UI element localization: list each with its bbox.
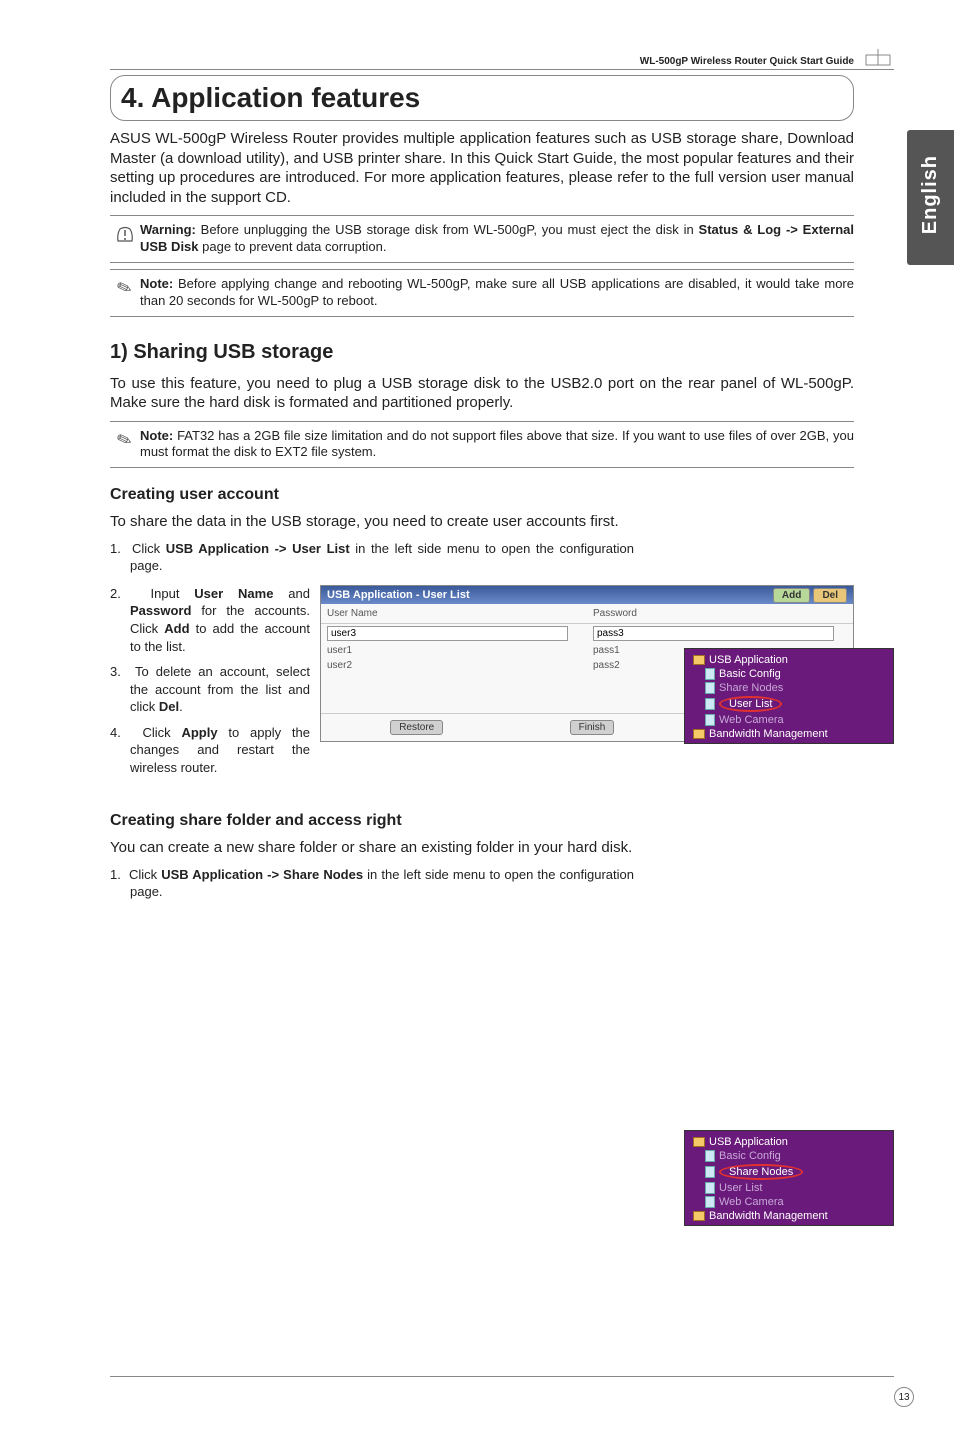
menu1-web-camera[interactable]: Web Camera (687, 713, 891, 727)
password-input[interactable] (593, 626, 834, 641)
menu2-root[interactable]: USB Application (687, 1135, 891, 1149)
pencil-icon: ✎ (110, 276, 140, 299)
del-button[interactable]: Del (813, 588, 847, 603)
folder-icon (693, 729, 705, 739)
restore-button[interactable]: Restore (390, 720, 443, 735)
menu1-user-list[interactable]: User List (687, 695, 891, 713)
folder-icon (693, 1211, 705, 1221)
note2-box: ✎ Note: FAT32 has a 2GB file size limita… (110, 421, 854, 469)
note1-label: Note: (140, 276, 173, 291)
menu1-bandwidth[interactable]: Bandwidth Management (687, 727, 891, 741)
note1-box: ✎ Note: Before applying change and reboo… (110, 269, 854, 317)
warning-icon (110, 222, 140, 249)
highlight-oval: User List (719, 696, 782, 712)
create-user-step3: 3. To delete an account, select the acco… (110, 663, 310, 716)
footer-rule (110, 1376, 894, 1377)
highlight-oval: Share Nodes (719, 1164, 803, 1180)
pencil-icon: ✎ (110, 428, 140, 451)
note2-text: Note: FAT32 has a 2GB file size limitati… (140, 428, 854, 462)
note2-label: Note: (140, 428, 173, 443)
app-title-text: USB Application - User List (327, 589, 470, 601)
folder-icon (693, 1137, 705, 1147)
menu2-user-list[interactable]: User List (687, 1181, 891, 1195)
folder-icon (693, 655, 705, 665)
menu2-basic-config[interactable]: Basic Config (687, 1149, 891, 1163)
sharing-intro: To use this feature, you need to plug a … (110, 374, 854, 413)
page-icon (705, 682, 715, 694)
warning-text: Warning: Before unplugging the USB stora… (140, 222, 854, 256)
col-password: Password (587, 604, 853, 624)
warning-box: Warning: Before unplugging the USB stora… (110, 215, 854, 263)
menu2-bandwidth[interactable]: Bandwidth Management (687, 1209, 891, 1223)
menu2-web-camera[interactable]: Web Camera (687, 1195, 891, 1209)
create-user-heading: Creating user account (110, 486, 894, 504)
create-user-step1: 1. Click USB Application -> User List in… (110, 540, 634, 575)
header-guide-title: WL-500gP Wireless Router Quick Start Gui… (640, 56, 854, 67)
page-icon (705, 698, 715, 710)
menu1-root[interactable]: USB Application (687, 653, 891, 667)
app-title-bar: USB Application - User List Add Del (321, 586, 853, 604)
create-user-step4: 4. Click Apply to apply the changes and … (110, 724, 310, 777)
sharing-heading: 1) Sharing USB storage (110, 341, 894, 364)
create-user-intro: To share the data in the USB storage, yo… (110, 512, 854, 532)
menu1-share-nodes[interactable]: Share Nodes (687, 681, 891, 695)
create-share-steps: 1. Click USB Application -> Share Nodes … (110, 866, 634, 901)
page-icon (705, 1182, 715, 1194)
page-icon (705, 668, 715, 680)
create-share-heading: Creating share folder and access right (110, 812, 894, 830)
page-icon (705, 1166, 715, 1178)
menu-screenshot-2: USB Application Basic Config Share Nodes… (684, 1130, 894, 1226)
page-icon (705, 714, 715, 726)
username-input[interactable] (327, 626, 568, 641)
page-icon (705, 1150, 715, 1162)
menu1-basic-config[interactable]: Basic Config (687, 667, 891, 681)
warning-label: Warning: (140, 222, 196, 237)
col-username: User Name (321, 604, 587, 624)
create-user-step2: 2. Input User Name and Password for the … (110, 585, 310, 655)
section-title-box: 4. Application features (110, 75, 854, 121)
note1-text: Note: Before applying change and rebooti… (140, 276, 854, 310)
header-rule: WL-500gP Wireless Router Quick Start Gui… (110, 50, 894, 70)
menu2-share-nodes[interactable]: Share Nodes (687, 1163, 891, 1181)
page-number: 13 (894, 1387, 914, 1407)
create-user-steps-2-4: 2. Input User Name and Password for the … (110, 585, 310, 776)
create-share-step1: 1. Click USB Application -> Share Nodes … (110, 866, 634, 901)
create-share-intro: You can create a new share folder or sha… (110, 838, 854, 858)
finish-button[interactable]: Finish (570, 720, 615, 735)
book-icon (864, 47, 894, 74)
page-icon (705, 1196, 715, 1208)
menu-screenshot-1: USB Application Basic Config Share Nodes… (684, 648, 894, 744)
add-button[interactable]: Add (773, 588, 810, 603)
section-title: 4. Application features (121, 82, 843, 114)
create-user-step1-list: 1. Click USB Application -> User List in… (110, 540, 634, 575)
section-intro: ASUS WL-500gP Wireless Router provides m… (110, 129, 854, 207)
